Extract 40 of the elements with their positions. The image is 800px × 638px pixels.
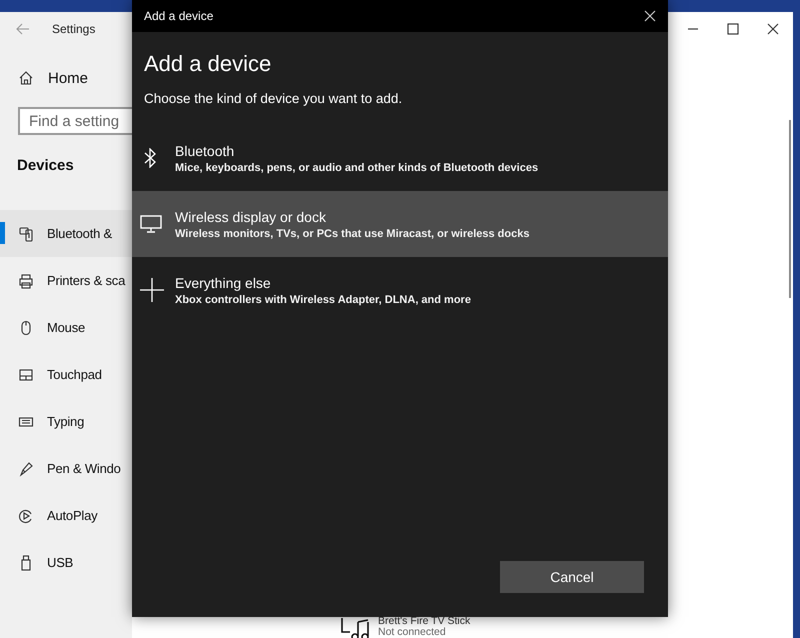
option-description: Wireless monitors, TVs, or PCs that use Miracast, or wireless docks [175,228,530,240]
nav-item[interactable]: Bluetooth & [0,210,132,257]
dialog-heading: Add a device [144,51,272,77]
nav-item[interactable]: Typing [0,398,132,445]
scrollbar[interactable] [789,120,791,298]
home-link[interactable]: Home [0,67,132,89]
device-name: Brett's Fire TV Stick [378,616,470,627]
plus-icon [140,278,164,302]
play-circle-icon [18,508,34,524]
pen-icon [18,460,34,476]
nav-item[interactable]: Pen & Windo [0,445,132,492]
nav-item[interactable]: Printers & sca [0,257,132,304]
monitor-icon [140,215,162,233]
device-status: Not connected [378,627,447,638]
dialog-prompt: Choose the kind of device you want to add. [144,91,404,106]
device-type-option[interactable]: Wireless display or dock Wireless monitors, TVs, or PCs that use Miracast, or wireless docks [132,191,668,257]
touchpad-icon [18,366,34,382]
nav-item[interactable]: Mouse [0,304,132,351]
option-description: Xbox controllers with Wireless Adapter, DLNA, and more [175,294,471,306]
device-type-option[interactable]: Everything else Xbox controllers with Wireless Adapter, DLNA, and more [132,257,668,323]
device-type-option[interactable]: Bluetooth Mice, keyboards, pens, or audio and other kinds of Bluetooth devices [132,125,668,191]
option-description: Mice, keyboards, pens, or audio and other kinds of Bluetooth devices [175,162,538,174]
printer-icon [18,272,34,288]
nav-item[interactable]: Touchpad [0,351,132,398]
search-field[interactable]: Find a setting [18,107,132,135]
home-icon [18,70,34,86]
nav-item[interactable]: AutoPlay [0,492,132,539]
speaker-music-icon [340,616,370,638]
option-title: Bluetooth [175,142,236,158]
bluetooth-devices-icon [18,226,34,242]
dialog-title: Add a device [144,9,214,23]
nav-item[interactable]: USB [0,539,132,586]
bluetooth-icon [144,148,156,168]
maximize-icon[interactable] [727,22,739,34]
option-title: Everything else [175,274,272,290]
close-icon[interactable] [767,22,779,34]
cancel-button[interactable]: Cancel [500,561,644,593]
option-title: Wireless display or dock [175,208,327,224]
window-title: Settings [52,22,96,36]
section-heading: Devices [17,157,75,174]
